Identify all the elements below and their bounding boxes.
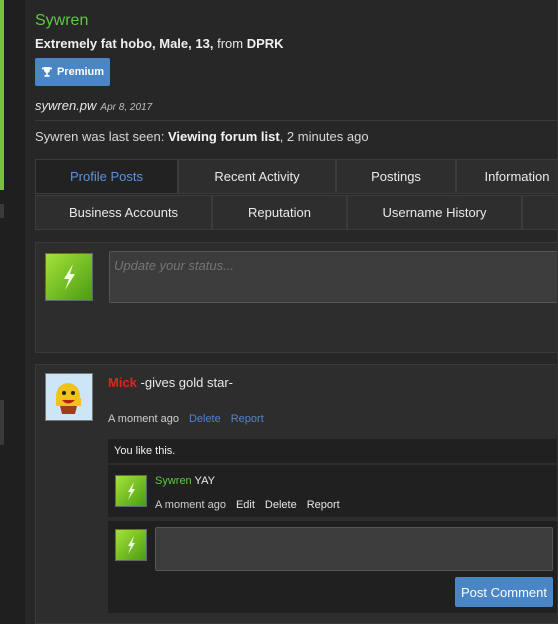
avatar[interactable] <box>45 253 93 301</box>
comment-input[interactable] <box>155 527 553 571</box>
lightning-icon <box>128 536 135 554</box>
post-text: -gives gold star- <box>136 375 233 390</box>
last-seen: Sywren was last seen: Viewing forum list… <box>35 129 369 144</box>
report-link[interactable]: Report <box>231 413 264 425</box>
post-meta: A moment ago Delete Report <box>108 413 264 425</box>
character-icon <box>46 374 92 420</box>
post-body: Mick -gives gold star- <box>108 375 233 390</box>
last-seen-activity[interactable]: Viewing forum list <box>168 129 280 144</box>
comment-body: Sywren YAY <box>155 475 215 487</box>
post-time[interactable]: A moment ago <box>108 413 179 425</box>
premium-badge-label: Premium <box>56 66 105 78</box>
tab-recent-activity[interactable]: Recent Activity <box>178 159 336 194</box>
trophy-icon <box>41 67 52 77</box>
tab-information[interactable]: Information <box>456 159 558 194</box>
sidebar-divider <box>0 204 4 218</box>
profile-post: Mick -gives gold star- A moment ago Dele… <box>35 364 558 624</box>
edit-link[interactable]: Edit <box>236 499 255 511</box>
delete-link[interactable]: Delete <box>265 499 297 511</box>
avatar[interactable] <box>45 373 93 421</box>
report-link[interactable]: Report <box>307 499 340 511</box>
status-panel <box>35 242 558 353</box>
status-input[interactable] <box>109 251 558 303</box>
tab-reputation[interactable]: Reputation <box>212 195 347 230</box>
like-text: You like this. <box>114 445 176 457</box>
tab-more[interactable] <box>522 195 558 230</box>
comment-meta: A moment ago Edit Delete Report <box>155 499 340 511</box>
last-seen-time: , 2 minutes ago <box>279 129 369 144</box>
divider <box>35 120 558 121</box>
lightning-icon <box>128 482 135 500</box>
comment-reply-box: Post Comment <box>108 521 558 613</box>
tab-postings[interactable]: Postings <box>336 159 456 194</box>
tab-profile-posts[interactable]: Profile Posts <box>35 159 178 194</box>
tab-business-accounts[interactable]: Business Accounts <box>35 195 212 230</box>
comment-author[interactable]: Sywren <box>155 475 192 487</box>
site-date: Apr 8, 2017 <box>100 102 153 113</box>
comment-time[interactable]: A moment ago <box>155 499 226 511</box>
profile-username[interactable]: Sywren <box>35 12 88 30</box>
tab-username-history[interactable]: Username History <box>347 195 522 230</box>
profile-blurb: Extremely fat hobo, Male, 13, from DPRK <box>35 36 284 51</box>
post-comment-button[interactable]: Post Comment <box>455 577 553 607</box>
blurb-from: from <box>217 36 244 51</box>
blurb-details: Extremely fat hobo, Male, 13, <box>35 36 214 51</box>
post-author[interactable]: Mick <box>108 375 137 390</box>
sidebar-divider <box>0 400 4 445</box>
avatar <box>115 529 147 561</box>
comment: Sywren YAY A moment ago Edit Delete Repo… <box>108 465 558 517</box>
delete-link[interactable]: Delete <box>189 413 221 425</box>
blurb-location: DPRK <box>246 36 284 51</box>
comment-text: YAY <box>191 475 215 487</box>
lightning-icon <box>64 264 75 290</box>
avatar[interactable] <box>115 475 147 507</box>
site-name[interactable]: sywren.pw <box>35 98 96 113</box>
profile-site: sywren.pw Apr 8, 2017 <box>35 98 152 113</box>
sidebar-accent-bar <box>0 0 4 190</box>
left-sidebar-strip <box>0 0 25 624</box>
premium-badge[interactable]: Premium <box>35 58 110 86</box>
last-seen-prefix: Sywren was last seen: <box>35 129 165 144</box>
like-summary: You like this. <box>108 439 558 463</box>
